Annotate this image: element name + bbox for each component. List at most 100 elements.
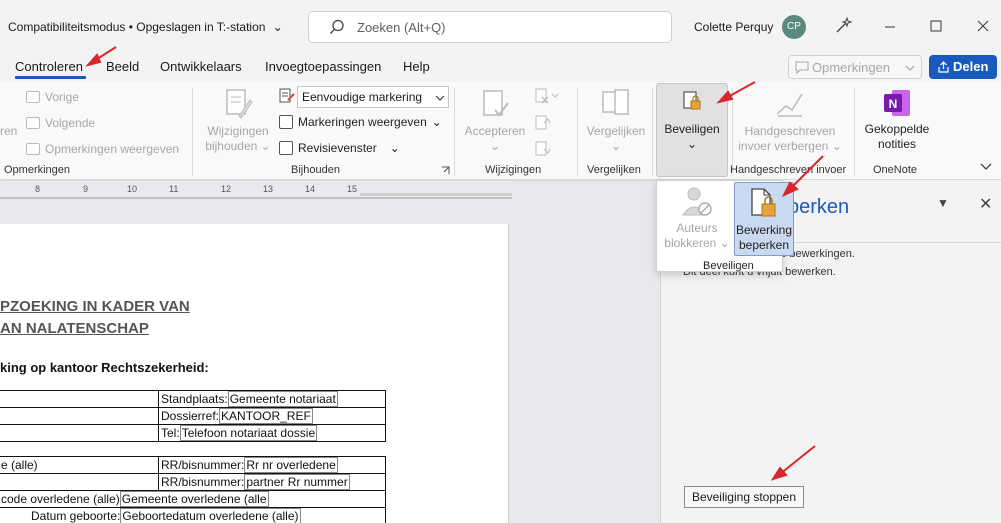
horizontal-ruler: 8 9 10 11 12 13 14 15 (0, 181, 512, 199)
notary-info-table: Standplaats: Gemeente notariaat Dossierre… (0, 390, 386, 442)
form-field[interactable]: Telefoon notariaat dossie (179, 425, 318, 441)
protect-dropdown: Auteurs blokkeren ⌄ Bewerking beperken B… (656, 180, 794, 272)
compare-label: Vergelijken (586, 124, 646, 138)
accept-label: Accepteren (464, 124, 526, 138)
chevron-down-icon: ⌄ (431, 115, 442, 129)
search-icon (329, 19, 344, 34)
avatar[interactable]: CP (782, 15, 806, 39)
comments-button[interactable]: Opmerkingen (788, 55, 922, 79)
search-placeholder: Zoeken (Alt+Q) (357, 20, 446, 35)
tab-beeld[interactable]: Beeld (106, 59, 139, 74)
chevron-down-icon: ⌄ (489, 139, 501, 153)
form-field[interactable]: Gemeente notariaat (227, 391, 338, 407)
dialog-launcher-icon[interactable] (441, 166, 450, 175)
group-label-beveiligen: Beveiligen (703, 260, 754, 272)
search-box[interactable]: Zoeken (Alt+Q) (308, 11, 672, 43)
title-bar: Compatibiliteitsmodus • Opgeslagen in T:… (0, 0, 1001, 52)
comments-button-label: Opmerkingen (812, 60, 891, 75)
chevron-down-icon: ⌄ (389, 141, 400, 155)
group-label-bijhouden: Bijhouden (291, 164, 340, 176)
comment-button-cut-label: ren (0, 124, 18, 138)
pane-title: perken (788, 196, 850, 218)
accept-icon (483, 90, 509, 117)
markup-display-value: Eenvoudige markering (302, 90, 423, 104)
table-row: Tel: Telefoon notariaat dossie (0, 424, 386, 442)
chevron-down-icon: ⌄ (610, 139, 622, 153)
show-comments-button[interactable]: Opmerkingen weergeven (26, 142, 179, 156)
accept-button[interactable]: Accepteren ⌄ (462, 88, 528, 154)
next-change-icon[interactable] (535, 141, 551, 157)
protect-button[interactable]: Beveiligen ⌄ (656, 83, 728, 177)
hide-ink-button[interactable]: Handgeschreven invoer verbergen ⌄ (738, 88, 842, 154)
show-markup-icon (279, 115, 293, 129)
group-separator (454, 88, 455, 176)
form-field[interactable]: KANTOOR_REF (219, 408, 313, 424)
next-comment-button[interactable]: Volgende (26, 116, 95, 130)
pane-options-chevron-icon[interactable]: ▼ (937, 196, 949, 210)
share-button[interactable]: Delen (929, 55, 997, 79)
restrict-editing-button[interactable]: Bewerking beperken (734, 182, 794, 256)
ribbon-collapse-chevron-icon[interactable] (980, 162, 992, 171)
group-separator (577, 88, 578, 176)
restrict-editing-label-2: beperken (738, 238, 790, 252)
show-markup-button[interactable]: Markeringen weergeven ⌄ (279, 115, 442, 129)
table-row: RR/bisnummer: partner Rr nummer (0, 473, 386, 491)
tab-invoegtoepassingen[interactable]: Invoegtoepassingen (265, 59, 381, 74)
tab-ontwikkelaars[interactable]: Ontwikkelaars (160, 59, 242, 74)
compare-button[interactable]: Vergelijken ⌄ (583, 88, 649, 154)
block-authors-label-2: blokkeren ⌄ (664, 236, 730, 250)
designer-wand-icon[interactable] (834, 17, 852, 35)
document-subheading: king op kantoor Rechtszekerheid: (0, 360, 209, 375)
reviewing-pane-icon (279, 141, 293, 155)
reviewing-pane-button[interactable]: Revisievenster ⌄ (279, 141, 400, 155)
restrict-editing-lock-icon (751, 188, 776, 217)
track-changes-button[interactable]: Wijzigingen bijhouden ⌄ (202, 88, 274, 154)
stop-protection-button[interactable]: Beveiliging stoppen (684, 486, 804, 508)
document-page[interactable]: PZOEKING IN KADER VAN AN NALATENSCHAP ki… (0, 224, 509, 523)
ruler-ticks (0, 193, 512, 199)
block-authors-icon (682, 187, 712, 216)
chevron-down-icon: ⌄ (686, 137, 698, 151)
markup-display-select[interactable]: Eenvoudige markering (297, 86, 449, 108)
table-row: Datum geboorte: Geboortedatum overledene … (0, 507, 386, 523)
group-label-handgeschreven: Handgeschreven invoer (730, 164, 847, 176)
group-separator (732, 88, 733, 176)
previous-comment-button[interactable]: Vorige (26, 90, 79, 104)
table-row: Dossierref: KANTOOR_REF (0, 407, 386, 425)
tab-controleren[interactable]: Controleren (15, 59, 83, 74)
group-label-onenote: OneNote (873, 164, 918, 176)
display-for-review-icon (279, 88, 295, 103)
close-icon[interactable] (977, 20, 989, 32)
block-authors-label-1: Auteurs (676, 221, 718, 235)
ribbon: ren Vorige Volgende Opmerkingen weergeve… (0, 82, 1001, 180)
share-button-label: Delen (953, 59, 989, 74)
block-authors-button[interactable]: Auteurs blokkeren ⌄ (661, 185, 733, 251)
form-field[interactable]: Gemeente overledene (alle (119, 491, 269, 507)
document-heading-2: AN NALATENSCHAP (0, 320, 149, 337)
reject-icon[interactable] (535, 88, 559, 104)
minimize-icon[interactable] (884, 21, 896, 33)
track-changes-label-1: Wijzigingen (207, 124, 269, 138)
form-field[interactable]: partner Rr nummer (244, 474, 350, 490)
share-icon (938, 61, 949, 73)
linked-notes-label-1: Gekoppelde (864, 122, 930, 136)
maximize-icon[interactable] (930, 20, 942, 32)
track-changes-icon (226, 89, 253, 119)
table-row: Standplaats: Gemeente notariaat (0, 390, 386, 408)
group-separator (192, 88, 193, 176)
table-row: code overledene (alle) Gemeente overleden… (0, 490, 386, 508)
form-field[interactable]: Geboortedatum overledene (alle) (120, 508, 301, 523)
show-comments-label: Opmerkingen weergeven (45, 142, 180, 156)
hide-ink-icon (776, 93, 803, 117)
track-changes-label-2: bijhouden ⌄ (205, 139, 271, 153)
active-tab-indicator (15, 76, 86, 79)
pane-close-icon[interactable]: ✕ (979, 194, 992, 214)
tab-help[interactable]: Help (403, 59, 430, 74)
previous-change-icon[interactable] (535, 115, 551, 131)
form-field[interactable]: Rr nr overledene (244, 457, 338, 473)
linked-notes-button[interactable]: N Gekoppelde notities (860, 88, 934, 152)
document-title[interactable]: Compatibiliteitsmodus • Opgeslagen in T:… (8, 20, 283, 34)
onenote-icon: N (884, 90, 910, 116)
next-comment-icon (26, 117, 40, 129)
table-row: e (alle) RR/bisnummer: Rr nr overledene (0, 456, 386, 474)
